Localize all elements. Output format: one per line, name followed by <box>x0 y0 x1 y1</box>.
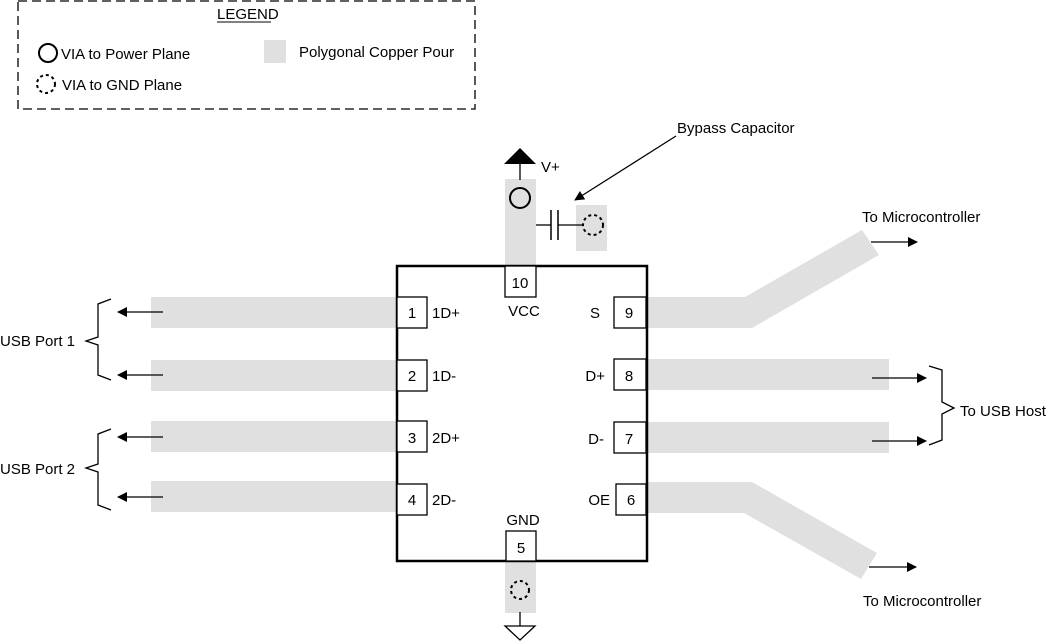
pin-name: GND <box>506 512 540 529</box>
to-usb-host-label: To USB Host <box>960 403 1047 420</box>
pin-3: 3 2D+ <box>396 420 460 453</box>
brace-usb-port-2 <box>83 428 112 511</box>
pin-9: 9 S <box>590 296 647 329</box>
brace-usb-host <box>928 365 956 446</box>
power-section: V+ Bypass Capacitor <box>504 120 795 240</box>
pin-name: 2D+ <box>432 430 460 447</box>
legend-label-copper-pour: Polygonal Copper Pour <box>299 44 454 61</box>
trace-pin-9 <box>646 230 879 328</box>
bypass-capacitor-pointer <box>574 135 677 201</box>
trace-pin-1 <box>151 297 398 328</box>
pin-number: 9 <box>625 305 633 322</box>
brace-usb-port-1 <box>83 298 112 381</box>
pin-number: 10 <box>512 275 529 292</box>
power-supply-label: V+ <box>541 159 560 176</box>
pin-10: 10 VCC <box>504 265 540 320</box>
pin-1: 1 1D+ <box>396 296 460 329</box>
pin-5: 5 GND <box>505 512 540 562</box>
usb-host: To USB Host <box>872 365 1047 446</box>
usb-port-2-label: USB Port 2 <box>0 461 75 478</box>
pin-name: S <box>590 305 600 322</box>
pin-6: 6 OE <box>588 483 647 516</box>
to-microcontroller-bottom-label: To Microcontroller <box>863 593 981 610</box>
pin-number: 1 <box>408 305 416 322</box>
pin-name: D+ <box>585 368 605 385</box>
legend-label-via-power: VIA to Power Plane <box>61 46 190 63</box>
pin-number: 2 <box>408 368 416 385</box>
trace-pin-2 <box>151 360 398 391</box>
pin-number: 3 <box>408 430 416 447</box>
power-supply-icon <box>504 148 536 164</box>
legend: LEGEND VIA to Power Plane VIA to GND Pla… <box>17 0 476 110</box>
pin-number: 5 <box>517 540 525 557</box>
via-gnd-icon <box>36 74 56 94</box>
pin-name: OE <box>588 492 610 509</box>
pin-number: 6 <box>627 492 635 509</box>
trace-pin-3 <box>151 421 398 452</box>
pin-2: 2 1D- <box>396 359 456 392</box>
ic-pins: 1 1D+ 2 1D- 3 2D+ 4 2D- 5 GND 6 OE 7 D- … <box>396 265 647 562</box>
pin-name: VCC <box>508 303 540 320</box>
pin-name: D- <box>588 431 604 448</box>
to-microcontroller-top-label: To Microcontroller <box>862 209 980 226</box>
pin-number: 8 <box>625 368 633 385</box>
usb-port-1-label: USB Port 1 <box>0 333 75 350</box>
copper-pour-swatch <box>264 40 286 63</box>
pin-7: 7 D- <box>588 421 647 454</box>
pin-8: 8 D+ <box>585 358 647 391</box>
pin-name: 1D- <box>432 368 456 385</box>
pin-4: 4 2D- <box>396 483 456 516</box>
pin-number: 4 <box>408 492 416 509</box>
trace-pin-10-vcc <box>505 179 536 266</box>
pin-name: 1D+ <box>432 305 460 322</box>
trace-pin-5-gnd <box>505 561 536 613</box>
ground-icon <box>503 625 537 641</box>
bypass-gnd-pad <box>576 205 607 251</box>
trace-pin-7 <box>646 422 889 453</box>
usb-ports: USB Port 1 USB Port 2 <box>0 298 163 511</box>
legend-label-via-gnd: VIA to GND Plane <box>62 77 182 94</box>
pin-number: 7 <box>625 431 633 448</box>
bypass-capacitor-label: Bypass Capacitor <box>677 120 795 137</box>
via-power-icon <box>38 43 58 63</box>
pcb-layout-diagram: LEGEND VIA to Power Plane VIA to GND Pla… <box>0 0 1047 641</box>
trace-pin-6 <box>646 482 877 579</box>
legend-title: LEGEND <box>217 6 279 23</box>
trace-pin-4 <box>151 481 398 512</box>
trace-pin-8 <box>646 359 889 390</box>
pin-name: 2D- <box>432 492 456 509</box>
